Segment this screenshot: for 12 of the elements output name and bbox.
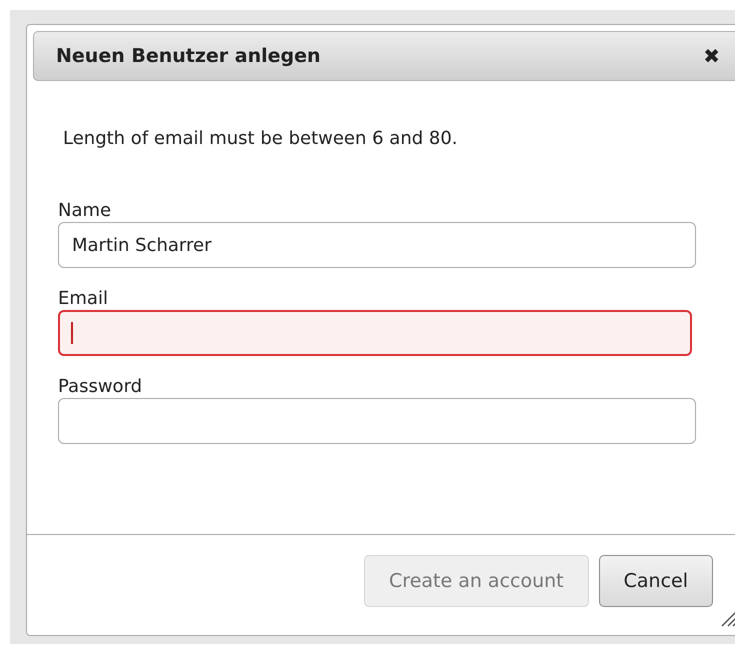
close-button[interactable]: ✖ [703, 46, 720, 66]
field-label: Password [58, 376, 144, 398]
resize-grip-icon [719, 609, 735, 627]
input-field[interactable]: Martin Scharrer [58, 222, 696, 268]
field-label: Name [58, 200, 112, 222]
input-field[interactable] [58, 398, 696, 444]
input-field[interactable] [58, 310, 692, 356]
text-cursor [71, 322, 73, 344]
dialog-button[interactable]: Cancel [598, 555, 713, 607]
dialog-title: Neuen Benutzer anlegen [56, 44, 321, 69]
field-label: Email [58, 288, 109, 310]
error-message: Length of email must be between 6 and 80. [63, 127, 459, 151]
